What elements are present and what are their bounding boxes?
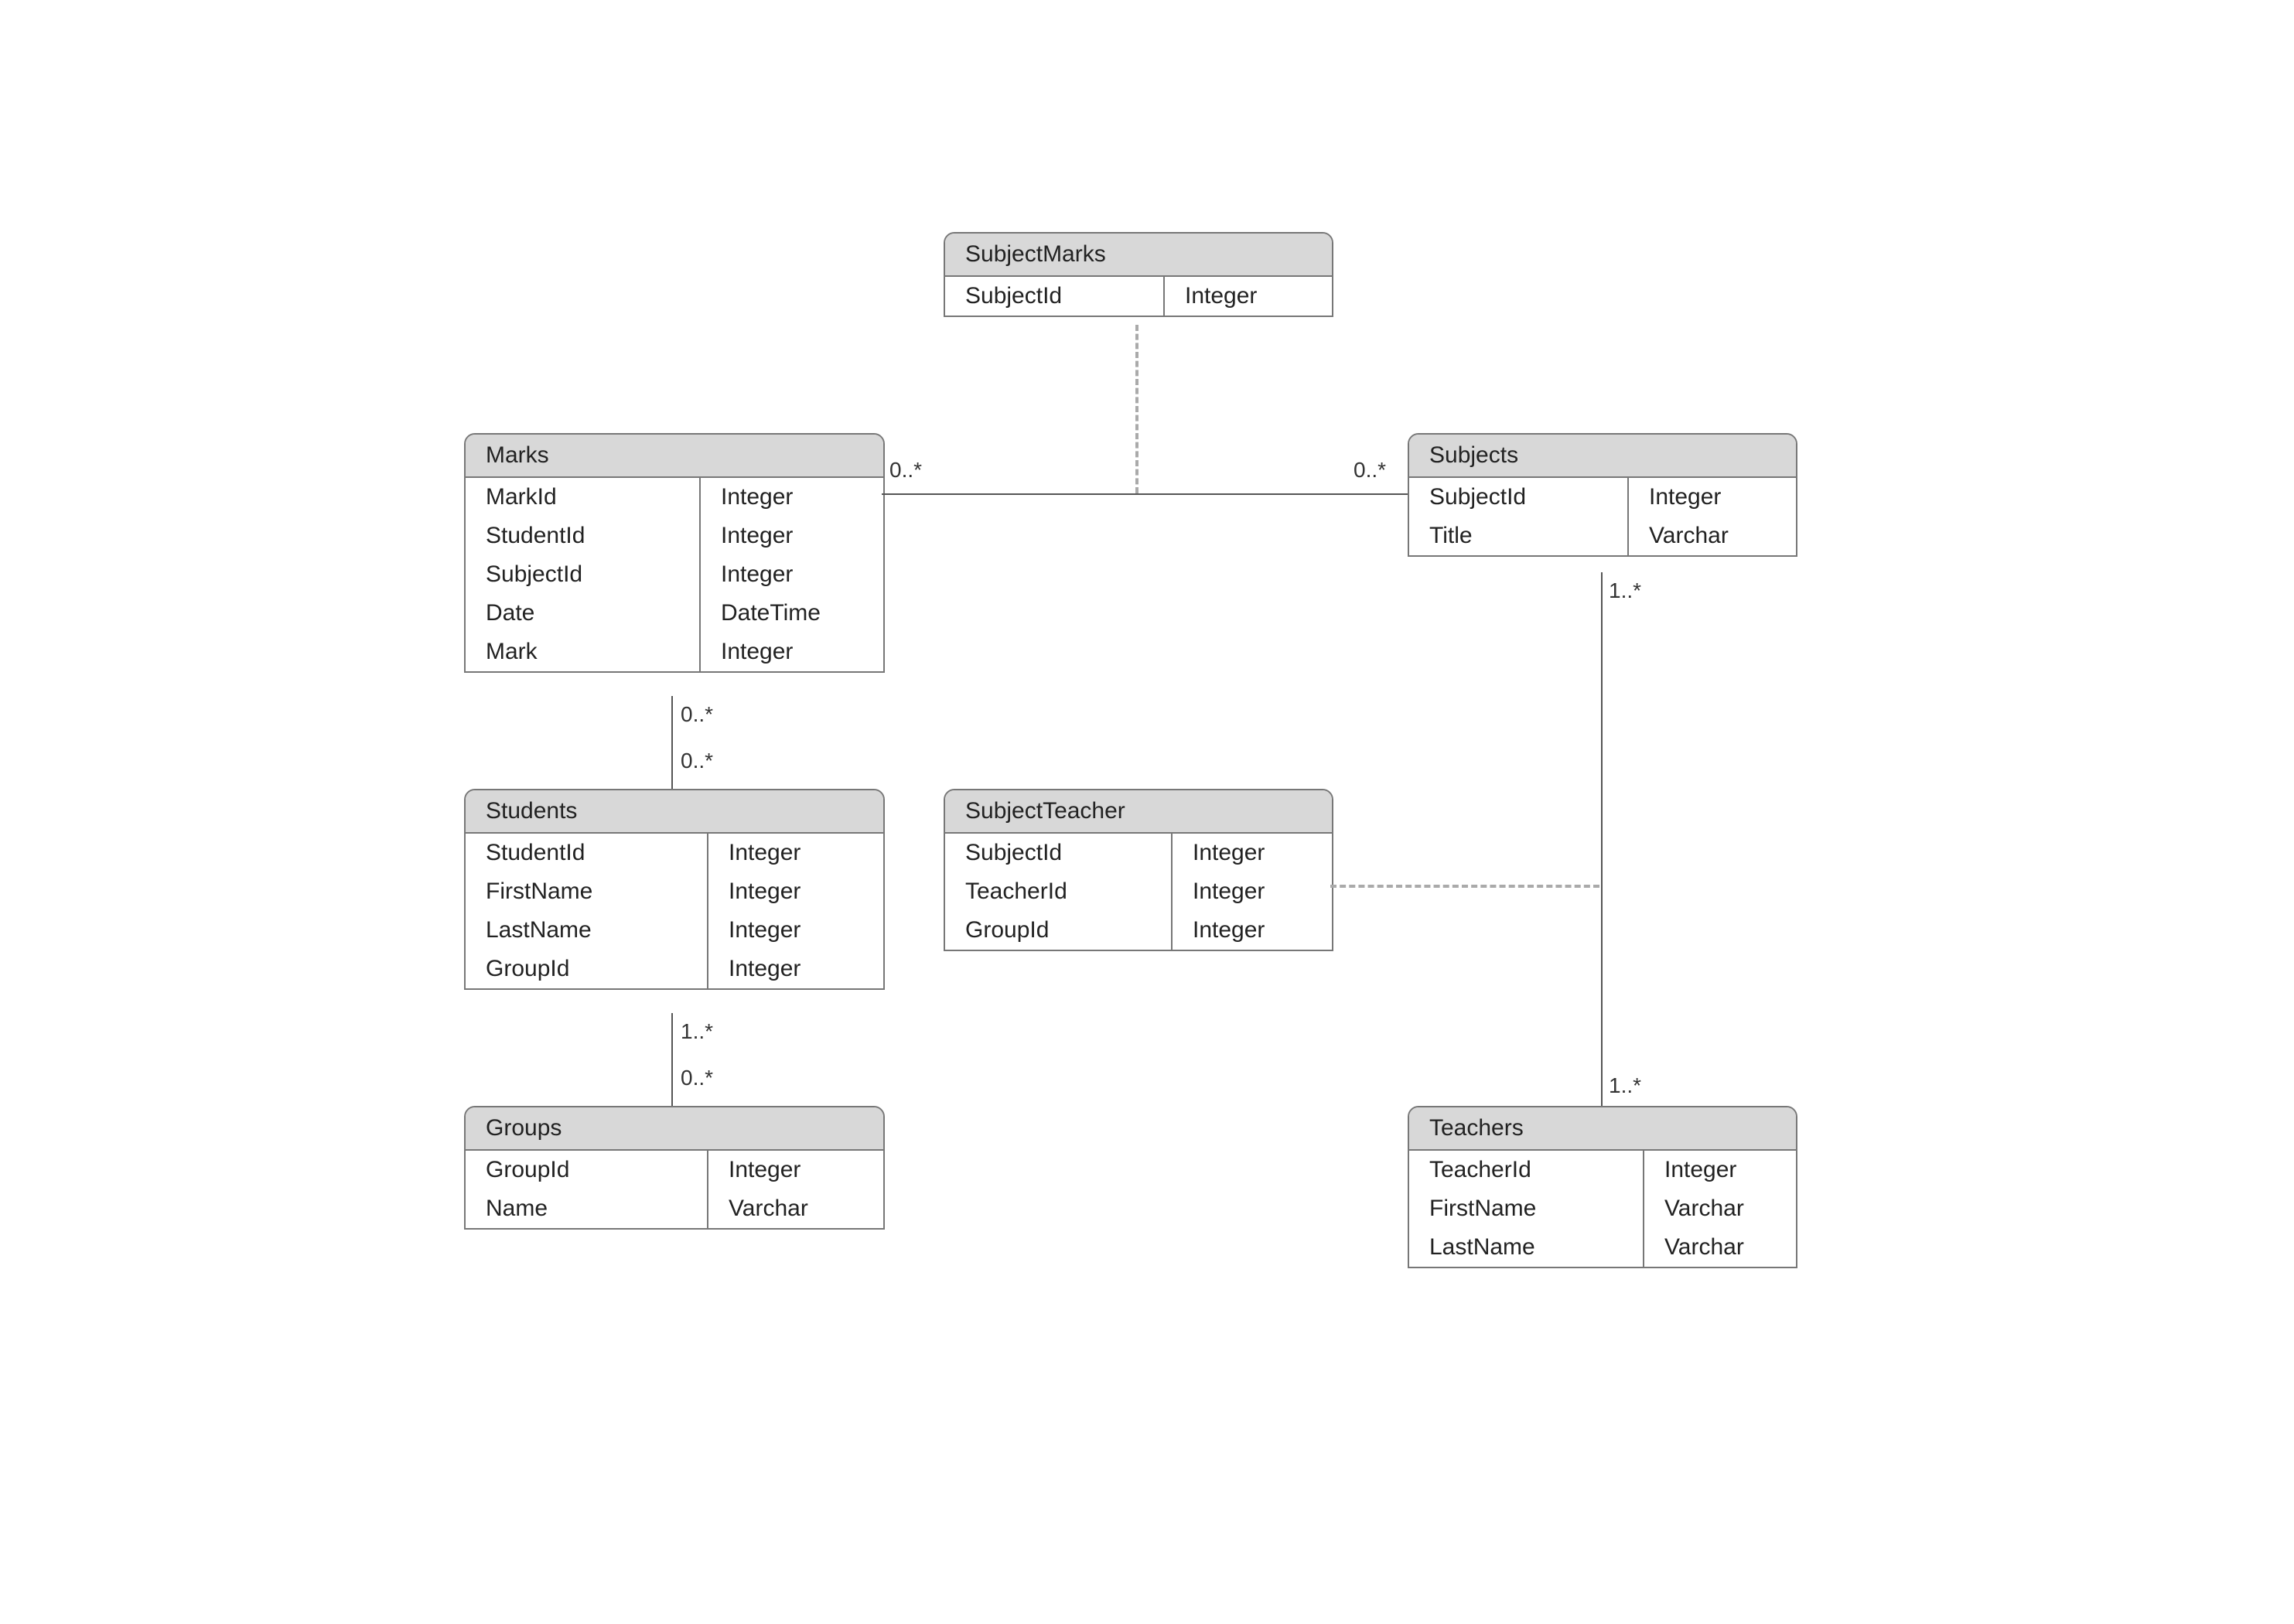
col-name: FirstName bbox=[466, 872, 708, 911]
col-name: Title bbox=[1409, 517, 1629, 555]
assoc-marks-students bbox=[671, 696, 673, 789]
col-name: Mark bbox=[466, 633, 701, 671]
col-type: Integer bbox=[708, 834, 821, 872]
col-type: Varchar bbox=[1629, 517, 1749, 555]
table-row: SubjectId Integer bbox=[1409, 478, 1796, 517]
col-name: LastName bbox=[466, 911, 708, 950]
multiplicity-label: 0..* bbox=[681, 749, 713, 773]
table-row: LastName Varchar bbox=[1409, 1228, 1796, 1267]
col-type: Integer bbox=[701, 633, 813, 671]
entity-teachers: Teachers TeacherId Integer FirstName Var… bbox=[1408, 1106, 1797, 1268]
table-row: Name Varchar bbox=[466, 1189, 883, 1228]
col-name: FirstName bbox=[1409, 1189, 1644, 1228]
assoc-marks-subjects bbox=[882, 493, 1408, 495]
entity-subjects: Subjects SubjectId Integer Title Varchar bbox=[1408, 433, 1797, 557]
entity-title: SubjectMarks bbox=[945, 234, 1332, 277]
col-type: Integer bbox=[1173, 872, 1285, 911]
table-row: Mark Integer bbox=[466, 633, 883, 671]
er-diagram-canvas: SubjectMarks SubjectId Integer Marks Mar… bbox=[0, 0, 2294, 1624]
col-type: Integer bbox=[701, 555, 813, 594]
table-row: Date DateTime bbox=[466, 594, 883, 633]
entity-title: Marks bbox=[466, 435, 883, 478]
col-type: Integer bbox=[1173, 834, 1285, 872]
col-name: TeacherId bbox=[1409, 1151, 1644, 1189]
col-name: StudentId bbox=[466, 834, 708, 872]
col-type: Integer bbox=[701, 517, 813, 555]
table-row: GroupId Integer bbox=[466, 1151, 883, 1189]
col-name: GroupId bbox=[466, 1151, 708, 1189]
col-name: StudentId bbox=[466, 517, 701, 555]
col-name: Name bbox=[466, 1189, 708, 1228]
table-row: StudentId Integer bbox=[466, 517, 883, 555]
table-row: SubjectId Integer bbox=[466, 555, 883, 594]
col-type: Integer bbox=[708, 950, 821, 988]
entity-title: Groups bbox=[466, 1107, 883, 1151]
assoc-class-link-subject-marks bbox=[1135, 325, 1138, 493]
col-type: Integer bbox=[708, 1151, 821, 1189]
table-row: SubjectId Integer bbox=[945, 277, 1332, 316]
col-type: Integer bbox=[1165, 277, 1277, 316]
table-row: StudentId Integer bbox=[466, 834, 883, 872]
table-row: TeacherId Integer bbox=[945, 872, 1332, 911]
col-name: GroupId bbox=[466, 950, 708, 988]
entity-subject-marks: SubjectMarks SubjectId Integer bbox=[944, 232, 1333, 317]
table-row: LastName Integer bbox=[466, 911, 883, 950]
assoc-students-groups bbox=[671, 1013, 673, 1106]
multiplicity-label: 0..* bbox=[1354, 458, 1386, 483]
table-row: Title Varchar bbox=[1409, 517, 1796, 555]
col-type: Varchar bbox=[1644, 1189, 1764, 1228]
col-type: Integer bbox=[1173, 911, 1285, 950]
col-type: Integer bbox=[1644, 1151, 1756, 1189]
col-name: SubjectId bbox=[945, 277, 1165, 316]
multiplicity-label: 0..* bbox=[681, 1066, 713, 1090]
table-row: MarkId Integer bbox=[466, 478, 883, 517]
multiplicity-label: 1..* bbox=[1609, 578, 1641, 603]
entity-students: Students StudentId Integer FirstName Int… bbox=[464, 789, 885, 990]
assoc-subjects-teachers bbox=[1601, 572, 1603, 1106]
table-row: GroupId Integer bbox=[945, 911, 1332, 950]
col-type: Integer bbox=[701, 478, 813, 517]
col-name: TeacherId bbox=[945, 872, 1173, 911]
table-row: SubjectId Integer bbox=[945, 834, 1332, 872]
assoc-class-link-subject-teacher bbox=[1330, 885, 1599, 888]
entity-title: SubjectTeacher bbox=[945, 790, 1332, 834]
table-row: GroupId Integer bbox=[466, 950, 883, 988]
col-name: GroupId bbox=[945, 911, 1173, 950]
col-name: MarkId bbox=[466, 478, 701, 517]
entity-title: Teachers bbox=[1409, 1107, 1796, 1151]
col-type: Integer bbox=[708, 872, 821, 911]
multiplicity-label: 0..* bbox=[681, 702, 713, 727]
entity-title: Subjects bbox=[1409, 435, 1796, 478]
col-type: DateTime bbox=[701, 594, 841, 633]
col-name: LastName bbox=[1409, 1228, 1644, 1267]
table-row: TeacherId Integer bbox=[1409, 1151, 1796, 1189]
col-name: Date bbox=[466, 594, 701, 633]
col-name: SubjectId bbox=[466, 555, 701, 594]
col-type: Varchar bbox=[1644, 1228, 1764, 1267]
entity-title: Students bbox=[466, 790, 883, 834]
multiplicity-label: 1..* bbox=[1609, 1073, 1641, 1098]
col-name: SubjectId bbox=[945, 834, 1173, 872]
table-row: FirstName Varchar bbox=[1409, 1189, 1796, 1228]
table-row: FirstName Integer bbox=[466, 872, 883, 911]
col-type: Integer bbox=[1629, 478, 1741, 517]
multiplicity-label: 1..* bbox=[681, 1019, 713, 1044]
col-type: Integer bbox=[708, 911, 821, 950]
entity-subject-teacher: SubjectTeacher SubjectId Integer Teacher… bbox=[944, 789, 1333, 951]
col-name: SubjectId bbox=[1409, 478, 1629, 517]
entity-marks: Marks MarkId Integer StudentId Integer S… bbox=[464, 433, 885, 673]
multiplicity-label: 0..* bbox=[889, 458, 922, 483]
col-type: Varchar bbox=[708, 1189, 828, 1228]
entity-groups: Groups GroupId Integer Name Varchar bbox=[464, 1106, 885, 1230]
